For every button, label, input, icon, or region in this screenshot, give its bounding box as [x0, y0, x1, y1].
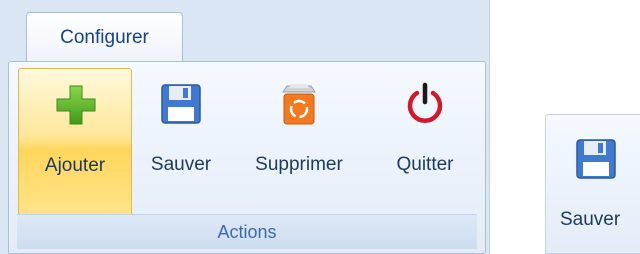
group-label-text: Actions	[217, 221, 277, 242]
plus-icon	[56, 85, 96, 125]
ribbon-group-actions: Ajouter Sauver Supprimer Quitter Actions	[9, 62, 485, 253]
add-button-label: Ajouter	[44, 155, 106, 176]
quit-button-label: Quitter	[396, 154, 454, 175]
ribbon-panel: Ajouter Sauver Supprimer Quitter Actions	[8, 61, 486, 254]
recycle-bin-icon	[282, 84, 316, 125]
delete-button[interactable]: Supprimer	[233, 68, 365, 218]
add-button[interactable]: Ajouter	[18, 68, 132, 218]
floppy-disk-icon	[576, 139, 616, 179]
tab-configurer[interactable]: Configurer	[26, 12, 183, 62]
delete-button-label: Supprimer	[255, 154, 343, 175]
ribbon-tab-strip: Configurer	[0, 0, 489, 62]
collapsed-save-button[interactable]: Sauver	[560, 115, 640, 245]
ribbon-window: Configurer Ajouter Sauver Supprimer Quit…	[0, 0, 490, 254]
tab-configurer-label: Configurer	[60, 26, 149, 48]
collapsed-ribbon-panel: Sauver	[545, 114, 640, 254]
collapsed-save-button-label: Sauver	[560, 209, 621, 230]
save-button[interactable]: Sauver	[139, 68, 223, 218]
floppy-disk-icon	[161, 84, 201, 124]
quit-button[interactable]: Quitter	[379, 68, 471, 218]
group-label-actions: Actions	[17, 214, 477, 249]
power-icon	[407, 82, 443, 123]
save-button-label: Sauver	[150, 154, 212, 175]
